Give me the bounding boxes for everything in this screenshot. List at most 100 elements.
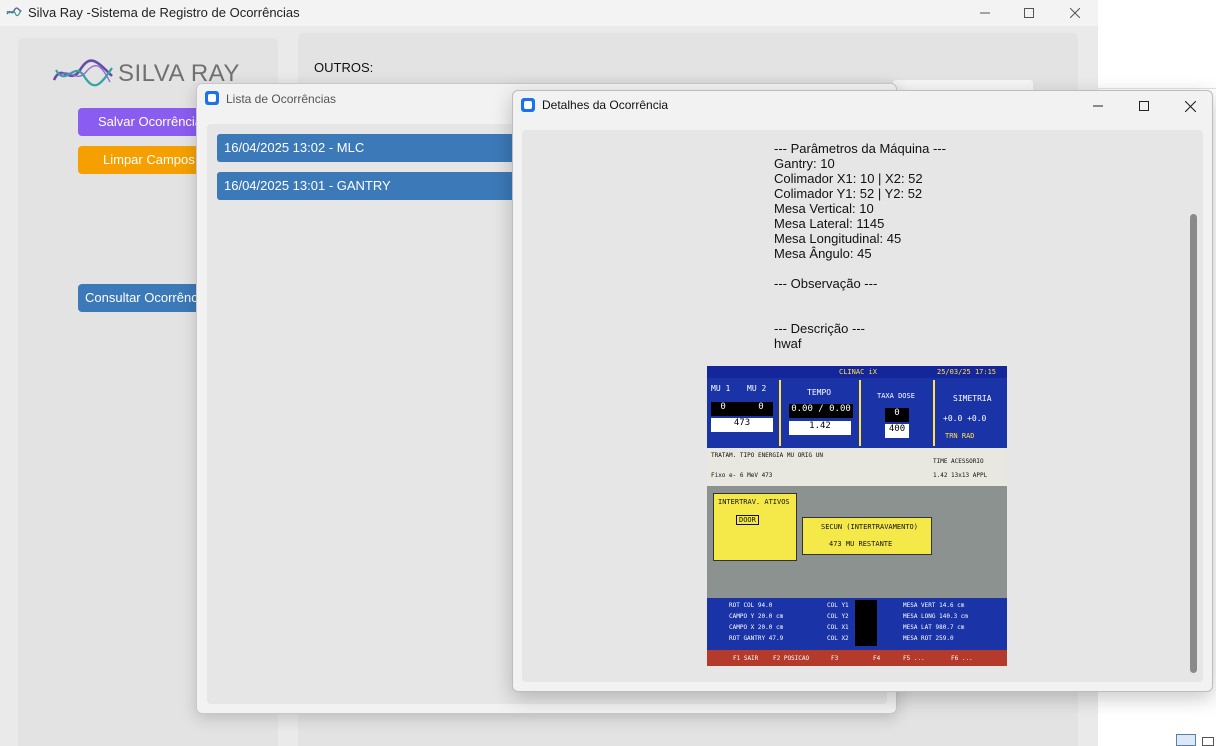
- photo-fkey: F6 ...: [951, 655, 973, 662]
- photo-taxa-label: TAXA DOSE: [877, 392, 915, 400]
- maximize-button[interactable]: [1006, 0, 1052, 26]
- details-line: Colimador X1: 10 | X2: 52: [774, 171, 923, 186]
- photo-tempo-label: TEMPO: [807, 388, 832, 397]
- occurrence-details-window: Detalhes da Ocorrência --- Parâmetros da…: [512, 90, 1213, 692]
- details-text: --- Parâmetros da Máquina --- Gantry: 10…: [774, 141, 1074, 351]
- main-titlebar: Silva Ray -Sistema de Registro de Ocorrê…: [0, 0, 1098, 26]
- photo-table-header: TRATAM. TIPO ENERGIA MU ORIG UN: [711, 452, 823, 459]
- photo-fkey: F4: [873, 655, 881, 662]
- window-app-icon: [205, 91, 219, 105]
- photo-mu-total: 473: [711, 418, 773, 432]
- details-line: hwaf: [774, 336, 802, 351]
- photo-restante-label: 473 MU RESTANTE: [829, 540, 893, 548]
- photo-secun-box: SECUN (INTERTRAVAMENTO) 473 MU RESTANTE: [802, 517, 932, 555]
- photo-time-row: 1.42 13x13 APPL: [933, 472, 988, 479]
- photo-mu2-value: 0: [758, 402, 764, 412]
- photo-bottom-row: ROT GANTRY 47.9: [729, 635, 784, 642]
- details-line: Mesa Ângulo: 45: [774, 246, 872, 261]
- details-content: --- Parâmetros da Máquina --- Gantry: 10…: [522, 130, 1203, 682]
- photo-mesa-row: MESA LAT 980.7 cm: [903, 624, 965, 631]
- photo-fkey: F3: [831, 655, 839, 662]
- details-scrollbar[interactable]: [1190, 214, 1197, 673]
- details-line: --- Descrição ---: [774, 321, 865, 336]
- photo-simetria-values: +0.0 +0.0: [943, 414, 987, 423]
- photo-simetria-sub: TRN RAD: [945, 432, 975, 440]
- details-line: [774, 291, 1074, 306]
- minimize-icon: [980, 12, 990, 14]
- details-maximize-button[interactable]: [1121, 91, 1167, 121]
- details-minimize-button[interactable]: [1075, 91, 1121, 121]
- photo-mesa-row: MESA VERT 14.6 cm: [903, 602, 965, 609]
- details-line: Mesa Longitudinal: 45: [774, 231, 902, 246]
- photo-divider: [779, 380, 781, 446]
- photo-col-label: COL X2: [827, 635, 849, 642]
- details-line: --- Observação ---: [774, 276, 878, 291]
- details-line: Mesa Lateral: 1145: [774, 216, 885, 231]
- window-app-icon: [521, 98, 535, 112]
- photo-secun-label: SECUN (INTERTRAVAMENTO): [821, 523, 918, 531]
- photo-mesa-row: MESA LONG 140.3 cm: [903, 613, 969, 620]
- photo-taxa-value: 0: [885, 408, 909, 422]
- attached-photo: CLINAC iX 25/03/25 17:15 MU 1 MU 2 0 0 4…: [707, 366, 1007, 666]
- photo-date-value: 25/03/25: [937, 368, 971, 376]
- save-occurrence-button[interactable]: Salvar Ocorrência: [78, 108, 208, 136]
- logo-wave-icon: [52, 59, 113, 87]
- taskbar-window-icon[interactable]: [1202, 737, 1214, 746]
- details-line: --- Parâmetros da Máquina ---: [774, 141, 946, 156]
- query-occurrences-button[interactable]: Consultar Ocorrências: [78, 284, 208, 312]
- close-icon: [1070, 8, 1080, 18]
- details-close-button[interactable]: [1167, 91, 1213, 121]
- photo-fkey: F2 POSICAO: [773, 655, 810, 662]
- photo-taxa-total: 400: [885, 424, 909, 438]
- photo-interlock-header: INTERTRAV. ATIVOS: [718, 498, 790, 506]
- app-logo-icon: [6, 7, 22, 17]
- photo-mu1-value: 0: [720, 402, 726, 412]
- photo-fkey: F5 ...: [903, 655, 925, 662]
- photo-time-value: 17:15: [974, 368, 997, 376]
- list-window-title: Lista de Ocorrências: [226, 92, 337, 106]
- clear-fields-button[interactable]: Limpar Campos: [78, 146, 208, 174]
- photo-interlock-item: DOOR: [736, 515, 759, 525]
- details-window-titlebar[interactable]: Detalhes da Ocorrência: [513, 91, 1212, 121]
- minimize-icon: [1093, 105, 1103, 107]
- list-item[interactable]: 16/04/2025 13:01 - GANTRY: [217, 172, 517, 200]
- close-button[interactable]: [1052, 0, 1098, 26]
- photo-machine: CLINAC iX: [839, 368, 877, 376]
- photo-mu-values: 0 0: [711, 402, 773, 416]
- taskbar-list-icon[interactable]: [1176, 734, 1196, 746]
- maximize-icon: [1024, 8, 1034, 18]
- photo-table: TRATAM. TIPO ENERGIA MU ORIG UN Fixo e- …: [707, 448, 1007, 486]
- photo-divider: [933, 380, 935, 446]
- photo-bottom-panel: ROT COL 94.0 CAMPO Y 20.0 cm CAMPO X 20.…: [707, 598, 1007, 650]
- photo-bottom-row: ROT COL 94.0: [729, 602, 773, 609]
- details-window-title: Detalhes da Ocorrência: [542, 98, 669, 112]
- photo-mu1-label: MU 1: [711, 384, 731, 393]
- window-title: Silva Ray -Sistema de Registro de Ocorrê…: [28, 5, 300, 20]
- photo-col-label: COL Y1: [827, 602, 849, 609]
- photo-date: 25/03/25 17:15: [937, 366, 996, 378]
- photo-interlock-box: INTERTRAV. ATIVOS DOOR: [713, 493, 797, 561]
- details-line: Gantry: 10: [774, 156, 835, 171]
- photo-time-label: TIME ACESSORIO: [933, 458, 984, 465]
- photo-mu2-label: MU 2: [747, 384, 767, 393]
- photo-header: CLINAC iX 25/03/25 17:15: [707, 366, 1007, 378]
- close-icon: [1184, 100, 1196, 112]
- photo-fkey: F1 SAIR: [733, 655, 759, 662]
- photo-mesa-row: MESA ROT 259.0: [903, 635, 954, 642]
- maximize-icon: [1139, 101, 1149, 111]
- photo-divider: [859, 380, 861, 446]
- list-item[interactable]: 16/04/2025 13:02 - MLC: [217, 134, 517, 162]
- details-line: Colimador Y1: 52 | Y2: 52: [774, 186, 923, 201]
- photo-tempo-total: 1.42: [789, 421, 851, 435]
- details-line: [774, 261, 1074, 276]
- photo-bottom-row: CAMPO X 20.0 cm: [729, 624, 784, 631]
- details-line: Mesa Vertical: 10: [774, 201, 874, 216]
- photo-simetria-label: SIMETRIA: [953, 394, 992, 403]
- minimize-button[interactable]: [962, 0, 1008, 26]
- photo-col-label: COL X1: [827, 624, 849, 631]
- photo-col-values: [855, 600, 877, 646]
- photo-tempo-value: 0.00 / 0.00: [789, 404, 853, 418]
- photo-col-label: COL Y2: [827, 613, 849, 620]
- section-label: OUTROS:: [314, 60, 374, 75]
- details-line: [774, 306, 1074, 321]
